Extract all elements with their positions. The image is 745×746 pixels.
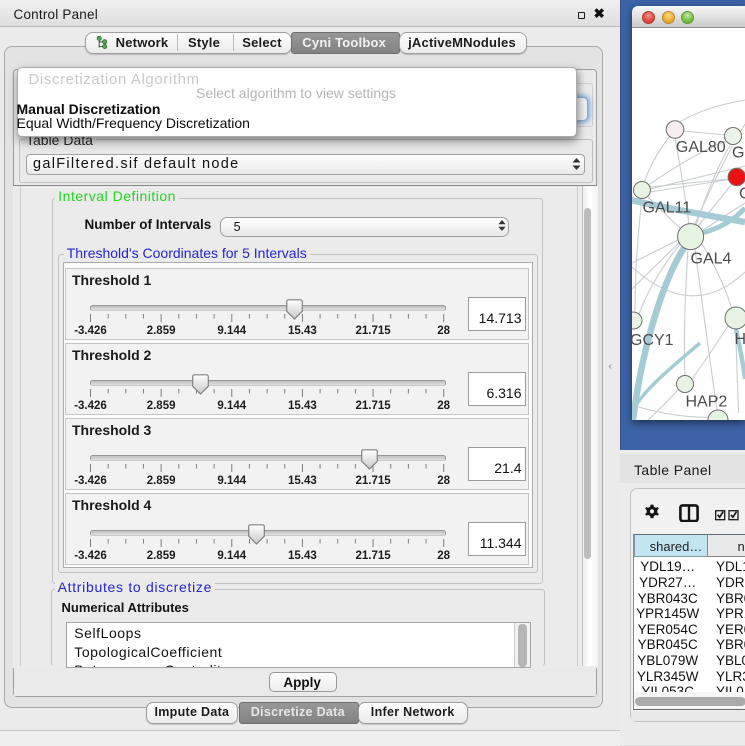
svg-text:C: C <box>739 186 745 203</box>
svg-text:HAP2: HAP2 <box>686 394 728 411</box>
svg-text:G.: G. <box>732 145 745 162</box>
svg-text:GAL80: GAL80 <box>676 139 726 156</box>
svg-text:GCY1: GCY1 <box>632 332 674 349</box>
svg-text:H: H <box>735 331 745 348</box>
svg-text:GAL11: GAL11 <box>643 200 692 217</box>
svg-text:GAL4: GAL4 <box>691 251 732 268</box>
